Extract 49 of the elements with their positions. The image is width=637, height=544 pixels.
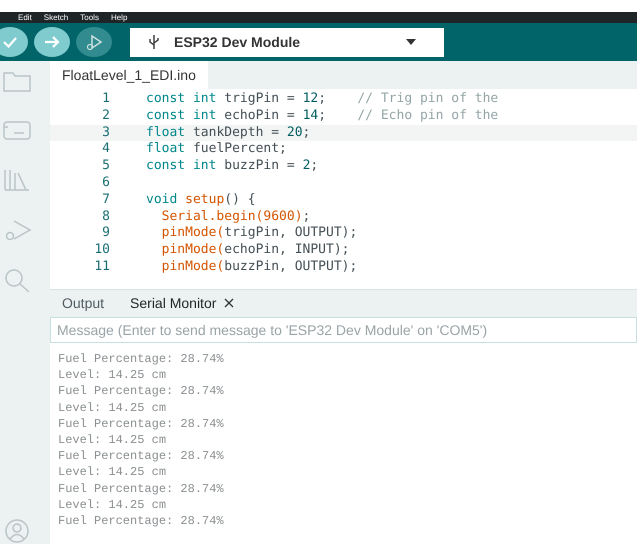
panel-tab[interactable]: Output xyxy=(62,295,104,311)
serial-output-line: Fuel Percentage: 28.74% xyxy=(58,383,225,400)
line-number: 4 xyxy=(101,141,111,158)
serial-output-line: Fuel Percentage: 28.74% xyxy=(58,416,225,432)
line-number: 8 xyxy=(101,208,111,226)
verify-button[interactable] xyxy=(0,27,28,57)
usb-icon xyxy=(148,34,160,50)
serial-output-line: Fuel Percentage: 28.74% xyxy=(58,351,225,368)
serial-output-line: Level: 14.25 cm xyxy=(58,496,168,514)
menu-item[interactable]: Edit xyxy=(18,12,32,23)
line-number: 2 xyxy=(101,108,111,125)
line-number: 11 xyxy=(93,258,111,276)
board-selector[interactable]: ESP32 Dev Module xyxy=(130,28,444,56)
line-number: 9 xyxy=(101,225,111,242)
upload-button[interactable] xyxy=(34,27,70,57)
code-line: pinMode(buzzPin, OUTPUT); xyxy=(162,258,358,276)
code-line: const int trigPin = 12; // Trig pin of the xyxy=(146,91,498,108)
close-icon[interactable] xyxy=(224,298,234,308)
library-icon[interactable] xyxy=(2,167,32,193)
serial-output-line: Level: 14.25 cm xyxy=(58,432,168,448)
code-line: Serial.begin(9600); xyxy=(162,208,310,226)
line-number: 6 xyxy=(101,174,111,192)
serial-output-line: Fuel Percentage: 28.74% xyxy=(58,480,225,497)
line-number: 5 xyxy=(101,158,111,175)
code-line: pinMode(trigPin, OUTPUT); xyxy=(162,225,358,242)
code-line: pinMode(echoPin, INPUT); xyxy=(162,242,350,259)
serial-output-line: Level: 14.25 cm xyxy=(58,464,168,481)
line-number: 1 xyxy=(101,91,111,108)
file-tab[interactable]: FloatLevel_1_EDI.ino xyxy=(50,61,208,89)
code-line: float fuelPercent; xyxy=(146,141,287,158)
caret-icon xyxy=(406,39,416,45)
menu-item[interactable]: Tools xyxy=(80,12,99,23)
board-label: ESP32 Dev Module xyxy=(174,34,302,50)
code-line: const int echoPin = 14; // Echo pin of the xyxy=(146,108,498,125)
serial-output-line: Level: 14.25 cm xyxy=(58,400,168,416)
menu-item[interactable]: Sketch xyxy=(44,12,68,23)
serial-output-line: Fuel Percentage: 28.74% xyxy=(58,448,225,464)
line-number: 3 xyxy=(101,124,111,142)
line-number: 7 xyxy=(101,192,111,209)
line-number: 10 xyxy=(93,242,111,259)
serial-output-line: Fuel Percentage: 28.74% xyxy=(58,513,225,530)
serial-output-line: Level: 14.25 cm xyxy=(58,367,168,384)
code-line: void setup() { xyxy=(146,192,256,209)
code-line: const int buzzPin = 2; xyxy=(146,158,318,175)
code-line: float tankDepth = 20; xyxy=(146,124,310,142)
message-field[interactable]: Message (Enter to send message to 'ESP32 Dev Module' on 'COM5') xyxy=(50,317,637,343)
menu-item[interactable]: Help xyxy=(110,12,128,23)
debug-icon xyxy=(84,32,104,52)
panel-tab[interactable]: Serial Monitor xyxy=(130,295,234,311)
